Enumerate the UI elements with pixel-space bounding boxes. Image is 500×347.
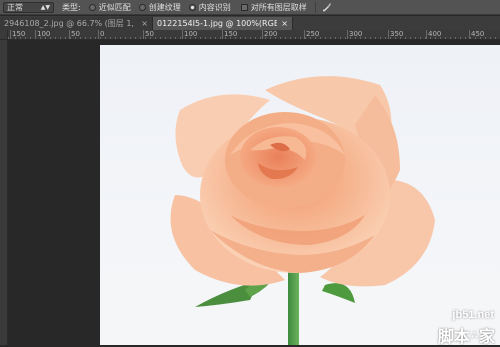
ruler-label: 100 <box>34 30 51 39</box>
radio-button[interactable] <box>138 3 146 11</box>
radio-label: 近似匹配 <box>98 2 131 12</box>
ruler-label: 200 <box>261 30 278 39</box>
watermark-site: jb51.net <box>452 309 494 321</box>
blend-mode-select[interactable]: 正常 ▲▼ <box>3 1 54 13</box>
ruler-label: 350 <box>387 30 404 39</box>
ruler-label: 150 <box>221 30 238 39</box>
ruler-label: 450 <box>468 30 485 39</box>
vertical-ruler[interactable] <box>0 40 8 345</box>
ruler-label: 0 <box>97 30 105 39</box>
radio-label: 内容识别 <box>198 2 231 12</box>
watermark-brand-right: 家 <box>478 327 495 346</box>
checkbox-label: 对所有图层取样 <box>250 2 307 12</box>
document-tab-bar: 2946108_2.jpg @ 66.7% (图层 1, RGB/8#) × 0… <box>0 16 500 30</box>
type-label: 类型: <box>62 2 81 12</box>
ruler-label: 50 <box>143 30 154 39</box>
ruler-label: 150 <box>9 30 26 39</box>
watermark-brand: 脚本 ∴ 家 <box>438 323 495 347</box>
document-canvas[interactable] <box>100 45 500 345</box>
ruler-label: 400 <box>425 30 442 39</box>
ruler-label: 300 <box>346 30 363 39</box>
tab-title: 2946108_2.jpg @ 66.7% (图层 1, RGB/8#) <box>4 19 137 28</box>
close-icon[interactable]: × <box>141 19 148 28</box>
radio-create-texture[interactable]: 创建纹理 <box>138 2 181 13</box>
options-bar: 正常 ▲▼ 类型: 近似匹配 创建纹理 内容识别 对所有图层取样 <box>0 0 500 15</box>
brush-pressure-icon[interactable] <box>322 2 333 13</box>
dropdown-arrow-icon: ▲▼ <box>40 3 50 11</box>
radio-label: 创建纹理 <box>148 2 181 12</box>
ruler-label: 100 <box>181 30 198 39</box>
blend-mode-value: 正常 <box>7 2 23 12</box>
close-icon[interactable]: × <box>281 19 288 28</box>
watermark-brand-left: 脚本 <box>438 327 471 346</box>
rose-image <box>170 76 435 345</box>
sample-all-layers-checkbox[interactable]: 对所有图层取样 <box>240 2 307 13</box>
tab-title: 0122154I5-1.jpg @ 100%(RGB/8) <box>157 19 278 28</box>
ruler-label: 250 <box>303 30 320 39</box>
checkbox[interactable] <box>240 3 248 11</box>
radio-proximity-match[interactable]: 近似匹配 <box>88 2 131 13</box>
radio-content-aware[interactable]: 内容识别 <box>188 2 231 13</box>
horizontal-ruler[interactable]: 150 100 50 0 50 100 150 200 250 300 350 … <box>8 30 500 40</box>
tab-document-1[interactable]: 2946108_2.jpg @ 66.7% (图层 1, RGB/8#) × <box>0 17 153 30</box>
watermark-brand-separator: ∴ <box>471 329 478 341</box>
ruler-origin[interactable] <box>0 30 8 40</box>
ruler-label: 50 <box>69 30 80 39</box>
divider <box>314 1 316 13</box>
tab-document-2[interactable]: 0122154I5-1.jpg @ 100%(RGB/8) × <box>153 17 293 30</box>
radio-button-checked[interactable] <box>188 3 196 11</box>
radio-button[interactable] <box>88 3 96 11</box>
